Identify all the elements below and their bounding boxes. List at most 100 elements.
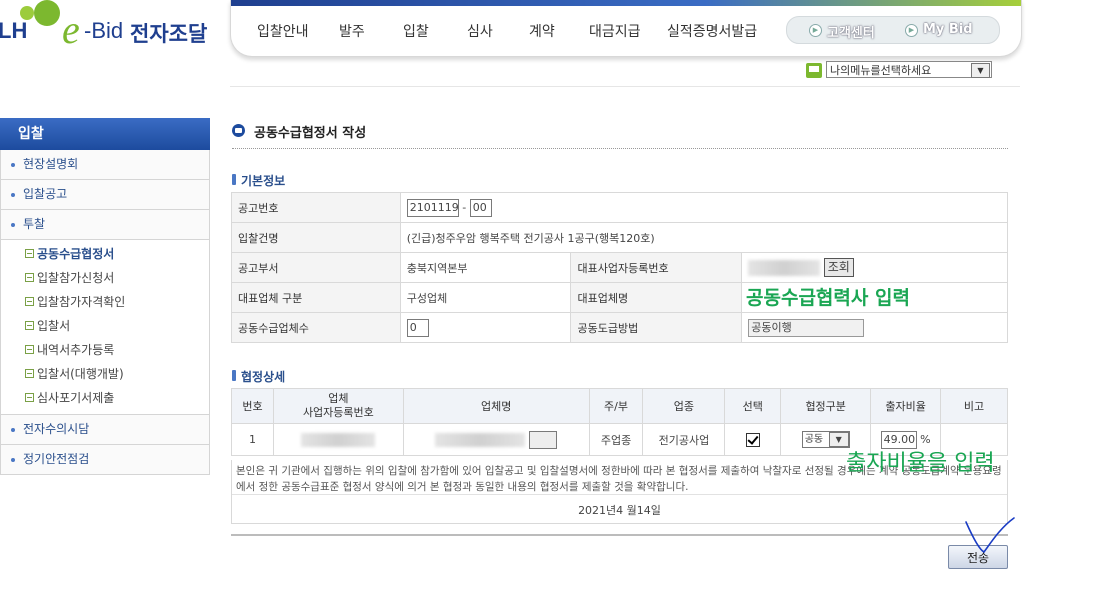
play-circle-icon: ▶ bbox=[905, 24, 918, 37]
sidebar-sub-qualification-check[interactable]: 입찰참가자격확인 bbox=[1, 290, 209, 314]
sidebar-sub-bid-form[interactable]: 입찰서 bbox=[1, 314, 209, 338]
sidebar-title: 입찰 bbox=[0, 118, 210, 150]
col-note: 비고 bbox=[940, 388, 1008, 424]
cell-joint-method: 공동이행 bbox=[741, 312, 1008, 343]
row-select bbox=[724, 423, 782, 456]
col-select: 선택 bbox=[724, 388, 782, 424]
my-menu: 나의메뉴를선택하세요 ▼ bbox=[806, 61, 994, 80]
col-no: 번호 bbox=[231, 388, 274, 424]
sidebar-sub-review-waiver[interactable]: 심사포기서제출 bbox=[1, 386, 209, 410]
agreement-divider bbox=[232, 494, 1007, 495]
sidebar-sub-participation-application[interactable]: 입찰참가신청서 bbox=[1, 266, 209, 290]
nav-order[interactable]: 발주 bbox=[339, 21, 365, 41]
play-circle-icon: ▶ bbox=[809, 24, 822, 37]
annotation-enter-joint-partner: 공동수급협력사 입력 bbox=[746, 287, 910, 309]
sidebar-sub-list: 공동수급협정서 입찰참가신청서 입찰참가자격확인 입찰서 내역서추가등록 입찰서… bbox=[0, 240, 210, 415]
sidebar-item-bidding[interactable]: 투찰 bbox=[0, 210, 210, 240]
select-checkbox[interactable] bbox=[745, 432, 760, 447]
sidebar: 입찰 현장설명회 입찰공고 투찰 공동수급협정서 입찰참가신청서 입찰참가자격확… bbox=[0, 118, 210, 475]
annotation-enter-ratio: 출자비율을 입력 bbox=[846, 451, 995, 476]
cell-rep-bizno: 조회 bbox=[741, 252, 1008, 283]
logo-dot-large bbox=[34, 0, 60, 26]
customer-center-link[interactable]: 고객센터 bbox=[827, 22, 875, 41]
label-dept: 공고부서 bbox=[231, 252, 401, 283]
row-industry: 전기공사업 bbox=[642, 423, 726, 456]
quick-link-pill: ▶ 고객센터 ▶ My Bid bbox=[786, 16, 1000, 44]
page-title-text: 공동수급협정서 작성 bbox=[254, 126, 367, 141]
sidebar-item-safety-inspection[interactable]: 정기안전점검 bbox=[0, 445, 210, 475]
basic-info-table: 공고번호 2101119 - 00 입찰건명 (긴급)청주우암 행복주택 전기공… bbox=[231, 192, 1009, 343]
table-row: 공고번호 2101119 - 00 bbox=[231, 192, 1009, 223]
nav-bid-guide[interactable]: 입찰안내 bbox=[257, 21, 309, 41]
col-agree-type: 협정구분 bbox=[780, 388, 872, 424]
col-ratio: 출자비율 bbox=[870, 388, 942, 424]
nav-review[interactable]: 심사 bbox=[467, 21, 493, 41]
sidebar-sub-bid-form-agency[interactable]: 입찰서(대행개발) bbox=[1, 362, 209, 386]
logo-e: e bbox=[62, 7, 80, 52]
notice-seq-input[interactable]: 00 bbox=[469, 198, 492, 217]
sidebar-item-site-briefing[interactable]: 현장설명회 bbox=[0, 150, 210, 180]
logo-bid: -Bid bbox=[84, 18, 124, 43]
bizno-redacted bbox=[301, 432, 376, 447]
label-notice-no: 공고번호 bbox=[231, 192, 401, 223]
nav-payment[interactable]: 대금지급 bbox=[589, 21, 641, 41]
rep-bizno-redacted bbox=[748, 259, 821, 276]
sidebar-item-private-negotiation[interactable]: 전자수의시담 bbox=[0, 415, 210, 445]
col-role: 주/부 bbox=[588, 388, 644, 424]
bid-name-value: (긴급)청주우암 행복주택 전기공사 1공구(행복120호) bbox=[399, 222, 1009, 253]
sidebar-item-bid-notice[interactable]: 입찰공고 bbox=[0, 180, 210, 210]
dept-value: 충북지역본부 bbox=[399, 252, 572, 283]
label-joint-method: 공동도급방법 bbox=[570, 312, 743, 343]
nav-contract[interactable]: 계약 bbox=[529, 21, 555, 41]
checkmark-annotation bbox=[965, 517, 1015, 554]
table-row: 입찰건명 (긴급)청주우암 행복주택 전기공사 1공구(행복120호) bbox=[231, 222, 1009, 253]
logo-lh: LH bbox=[0, 18, 28, 43]
sidebar-sub-statement-add[interactable]: 내역서추가등록 bbox=[1, 338, 209, 362]
agreement-date: 2021년4 월14일 bbox=[578, 504, 661, 517]
table-row: 공고부서 충북지역본부 대표사업자등록번호 조회 bbox=[231, 252, 1008, 283]
rep-type-value: 구성업체 bbox=[399, 282, 572, 313]
lookup-button[interactable]: 조회 bbox=[823, 258, 854, 277]
section-agreement-detail: 협정상세 bbox=[232, 368, 285, 385]
ratio-unit: % bbox=[920, 432, 931, 446]
table-row: 공동수급업체수 0 공동도급방법 공동이행 bbox=[231, 312, 1008, 343]
agree-type-value: 공동 bbox=[804, 434, 824, 445]
joint-count-input[interactable]: 0 bbox=[406, 318, 429, 337]
label-rep-type: 대표업체 구분 bbox=[231, 282, 401, 313]
nav-bid[interactable]: 입찰 bbox=[403, 21, 429, 41]
company-search-input[interactable] bbox=[528, 430, 557, 449]
title-divider bbox=[232, 148, 1008, 149]
label-rep-bizno: 대표사업자등록번호 bbox=[570, 252, 743, 283]
my-menu-select[interactable]: 나의메뉴를선택하세요 ▼ bbox=[826, 61, 992, 78]
monitor-icon bbox=[806, 63, 822, 78]
document-icon bbox=[232, 124, 245, 137]
global-nav: 입찰안내 발주 입찰 심사 계약 대금지급 실적증명서발급 ▶ 고객센터 ▶ M… bbox=[230, 0, 1022, 57]
cell-joint-count: 0 bbox=[399, 312, 572, 343]
logo-korean: 전자조달 bbox=[130, 22, 208, 46]
page-title: 공동수급협정서 작성 bbox=[232, 122, 366, 141]
row-bizno bbox=[272, 423, 404, 456]
sidebar-sub-joint-agreement[interactable]: 공동수급협정서 bbox=[1, 242, 209, 266]
my-bid-link[interactable]: My Bid bbox=[923, 22, 973, 37]
col-company: 업체명 bbox=[402, 388, 590, 424]
nav-certificate[interactable]: 실적증명서발급 bbox=[667, 21, 757, 41]
col-industry: 업종 bbox=[642, 388, 726, 424]
notice-no-input[interactable]: 2101119 bbox=[406, 198, 459, 217]
table-header-row: 번호 업체 사업자등록번호 업체명 주/부 업종 선택 협정구분 출자비율 비고 bbox=[231, 388, 1008, 424]
label-joint-count: 공동수급업체수 bbox=[231, 312, 401, 343]
notice-no-separator: - bbox=[462, 200, 467, 214]
joint-method-field: 공동이행 bbox=[748, 318, 865, 337]
col-bizno: 업체 사업자등록번호 bbox=[272, 388, 404, 424]
agree-type-select[interactable]: 공동 ▼ bbox=[801, 431, 850, 448]
label-bid-name: 입찰건명 bbox=[231, 222, 401, 253]
company-redacted bbox=[435, 432, 526, 447]
label-rep-name: 대표업체명 bbox=[570, 282, 743, 313]
section-basic-info: 기본정보 bbox=[232, 172, 285, 189]
bottom-divider bbox=[231, 534, 1008, 536]
lh-ebid-logo[interactable]: LH e -Bid 전자조달 bbox=[0, 0, 220, 60]
row-no: 1 bbox=[231, 423, 274, 456]
nav-top-bar bbox=[231, 0, 1021, 6]
chevron-down-icon: ▼ bbox=[971, 63, 990, 78]
row-company bbox=[402, 423, 590, 456]
row-role: 주업종 bbox=[588, 423, 644, 456]
